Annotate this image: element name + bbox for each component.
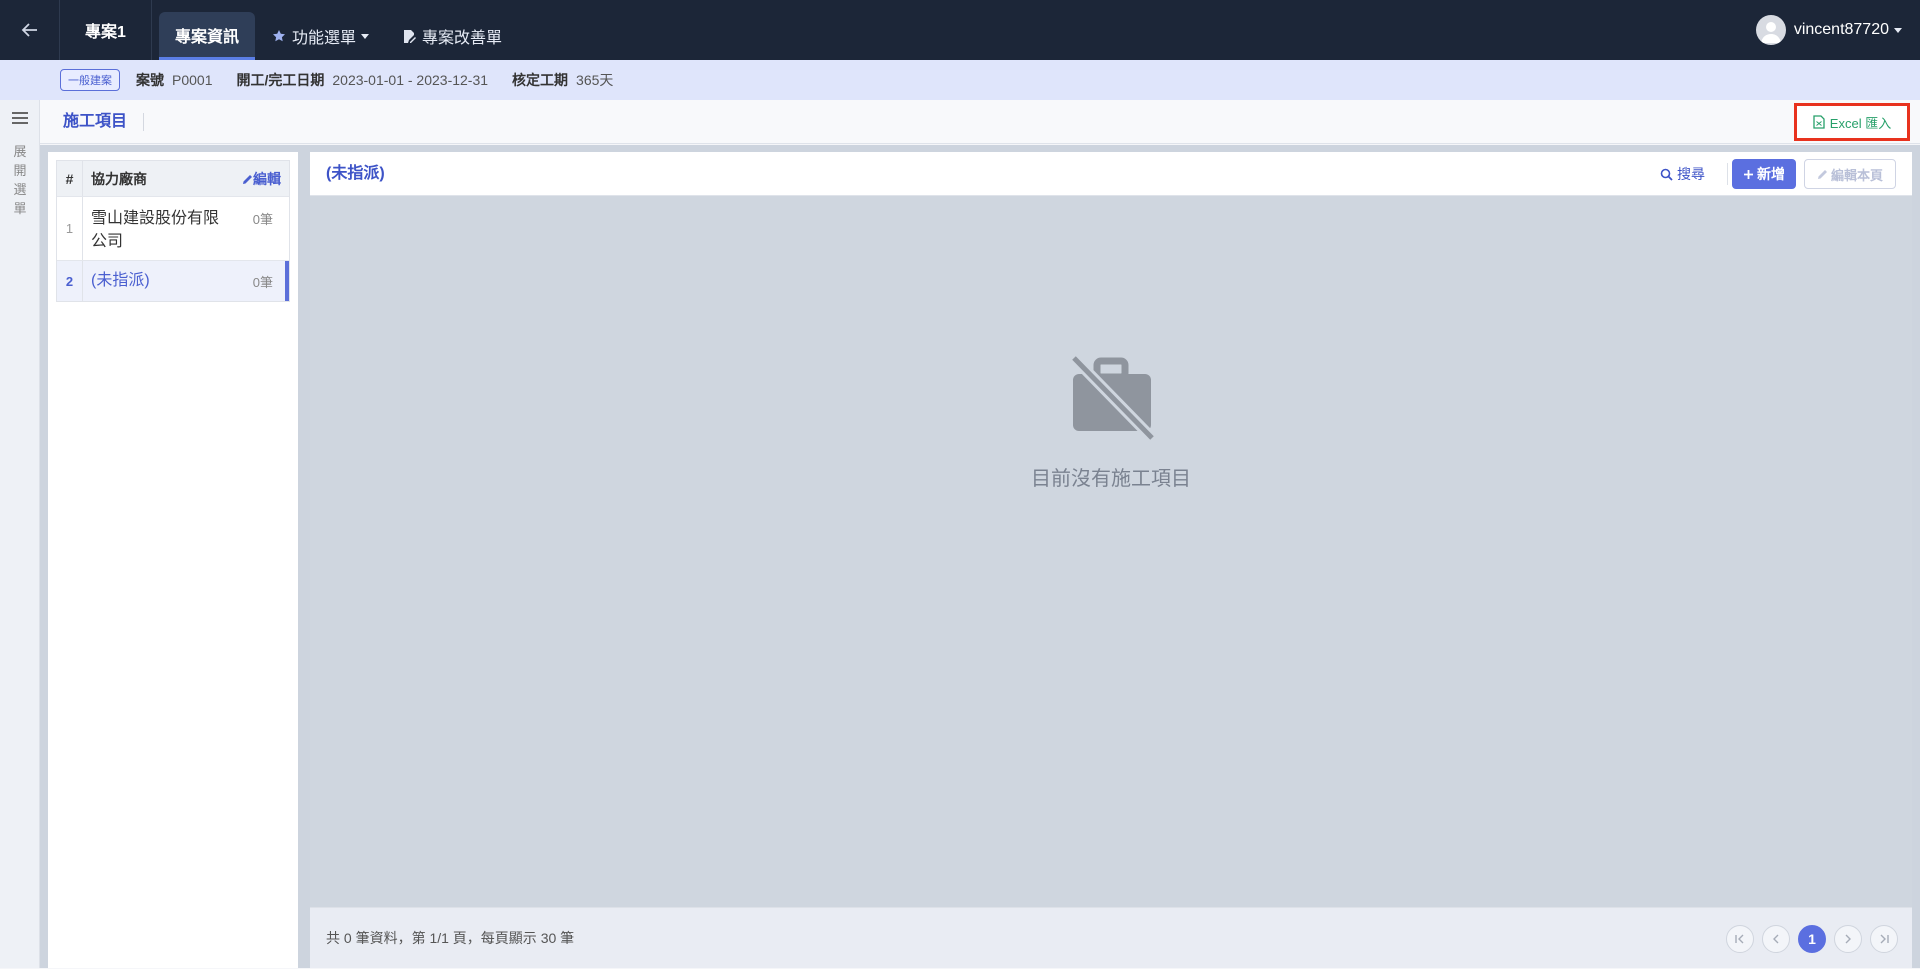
- vendor-row[interactable]: 1 雪山建設股份有限公司 0筆: [57, 197, 289, 261]
- user-icon: [1760, 22, 1781, 43]
- page-number-button[interactable]: 1: [1798, 925, 1826, 953]
- prev-page-button[interactable]: [1762, 925, 1790, 953]
- pencil-icon: [243, 174, 252, 184]
- divider: [1727, 163, 1728, 185]
- tab-improvement-form[interactable]: 專案改善單: [402, 12, 502, 60]
- case-no-label: 案號: [136, 72, 164, 88]
- section-title: 施工項目: [63, 113, 128, 130]
- username: vincent87720: [1793, 21, 1889, 38]
- project-name: 專案1: [60, 0, 152, 60]
- user-menu[interactable]: vincent87720: [1755, 0, 1902, 60]
- empty-state: 目前沒有施工項目: [310, 352, 1912, 491]
- case-no-value: P0001: [172, 72, 213, 88]
- chevron-right-icon: [1845, 934, 1851, 944]
- edit-label: 編輯: [253, 171, 281, 187]
- tab-function-menu[interactable]: 功能選單: [272, 12, 370, 60]
- project-type-badge: 一般建案: [60, 69, 120, 91]
- section-header: 施工項目 Excel 匯入: [40, 100, 1920, 144]
- empty-message: 目前沒有施工項目: [1031, 468, 1191, 490]
- last-page-icon: [1880, 934, 1889, 944]
- caret-down-icon: [361, 33, 370, 39]
- header-num: #: [57, 161, 83, 196]
- collapsed-sidebar[interactable]: 展開選單: [0, 100, 40, 968]
- plus-icon: [1744, 169, 1753, 179]
- add-label: 新增: [1757, 166, 1785, 182]
- panel-header: (未指派) 搜尋 新增 編輯本頁: [310, 152, 1912, 196]
- hamburger-icon[interactable]: [12, 112, 28, 124]
- date-label: 開工/完工日期: [236, 72, 325, 88]
- divider: [143, 113, 144, 131]
- next-page-button[interactable]: [1834, 925, 1862, 953]
- duration-label: 核定工期: [512, 72, 569, 88]
- vendor-name: 雪山建設股份有限公司: [91, 210, 220, 250]
- file-excel-icon: [1813, 115, 1825, 129]
- search-icon: [1660, 168, 1673, 181]
- tab-project-info[interactable]: 專案資訊: [159, 12, 255, 60]
- search-label: 搜尋: [1677, 166, 1705, 182]
- pagination-summary: 共 0 筆資料，第 1/1 頁，每頁顯示 30 筆: [326, 930, 575, 946]
- briefcase-off-icon: [1070, 354, 1156, 442]
- panel-title: (未指派): [326, 165, 385, 182]
- vendor-count: 0筆: [252, 212, 273, 227]
- construction-items-panel: (未指派) 搜尋 新增 編輯本頁 目前沒有施工項目 共 0 筆資料，第 1/1 …: [310, 152, 1912, 968]
- edit-page-button[interactable]: 編輯本頁: [1804, 159, 1896, 189]
- vendor-table: # 協力廠商 編輯 1 雪山建設股份有限公司 0筆 2 (未指派) 0筆: [56, 160, 290, 302]
- edit-document-icon: [404, 29, 416, 43]
- row-num: 2: [57, 261, 83, 301]
- vendor-count: 0筆: [252, 275, 273, 290]
- caret-down-icon: [1894, 27, 1902, 33]
- edit-vendors-button[interactable]: 編輯: [242, 161, 281, 197]
- tab-label: 專案改善單: [422, 30, 503, 47]
- excel-import-button[interactable]: Excel 匯入: [1794, 103, 1910, 141]
- expand-menu-label[interactable]: 展開選單: [12, 142, 28, 218]
- pencil-icon: [1817, 169, 1827, 179]
- pagination: 1: [1718, 925, 1898, 953]
- star-icon: [273, 30, 285, 42]
- first-page-button[interactable]: [1726, 925, 1754, 953]
- tab-label: 專案資訊: [174, 28, 239, 46]
- arrow-left-icon: [21, 23, 37, 37]
- avatar: [1755, 15, 1786, 45]
- search-button[interactable]: 搜尋: [1660, 163, 1705, 185]
- row-num: 1: [57, 197, 83, 260]
- project-info-bar: 一般建案 案號 P0001 開工/完工日期 2023-01-01 - 2023-…: [0, 60, 1920, 100]
- first-page-icon: [1735, 934, 1744, 944]
- vendor-panel: # 協力廠商 編輯 1 雪山建設股份有限公司 0筆 2 (未指派) 0筆: [48, 152, 298, 968]
- date-value: 2023-01-01 - 2023-12-31: [332, 72, 489, 88]
- excel-import-label: Excel 匯入: [1829, 115, 1892, 131]
- add-button[interactable]: 新增: [1732, 159, 1796, 189]
- edit-page-label: 編輯本頁: [1830, 167, 1883, 183]
- last-page-button[interactable]: [1870, 925, 1898, 953]
- chevron-left-icon: [1773, 934, 1779, 944]
- vendor-row-selected[interactable]: 2 (未指派) 0筆: [57, 261, 289, 301]
- back-button[interactable]: [0, 0, 60, 60]
- duration-value: 365天: [576, 72, 614, 88]
- tab-label: 功能選單: [292, 30, 357, 47]
- top-navbar: 專案1 專案資訊 功能選單 專案改善單 vincent87720: [0, 0, 1920, 60]
- pagination-footer: 共 0 筆資料，第 1/1 頁，每頁顯示 30 筆 1: [310, 907, 1912, 968]
- table-header: # 協力廠商 編輯: [57, 161, 289, 197]
- selection-indicator: [285, 261, 289, 301]
